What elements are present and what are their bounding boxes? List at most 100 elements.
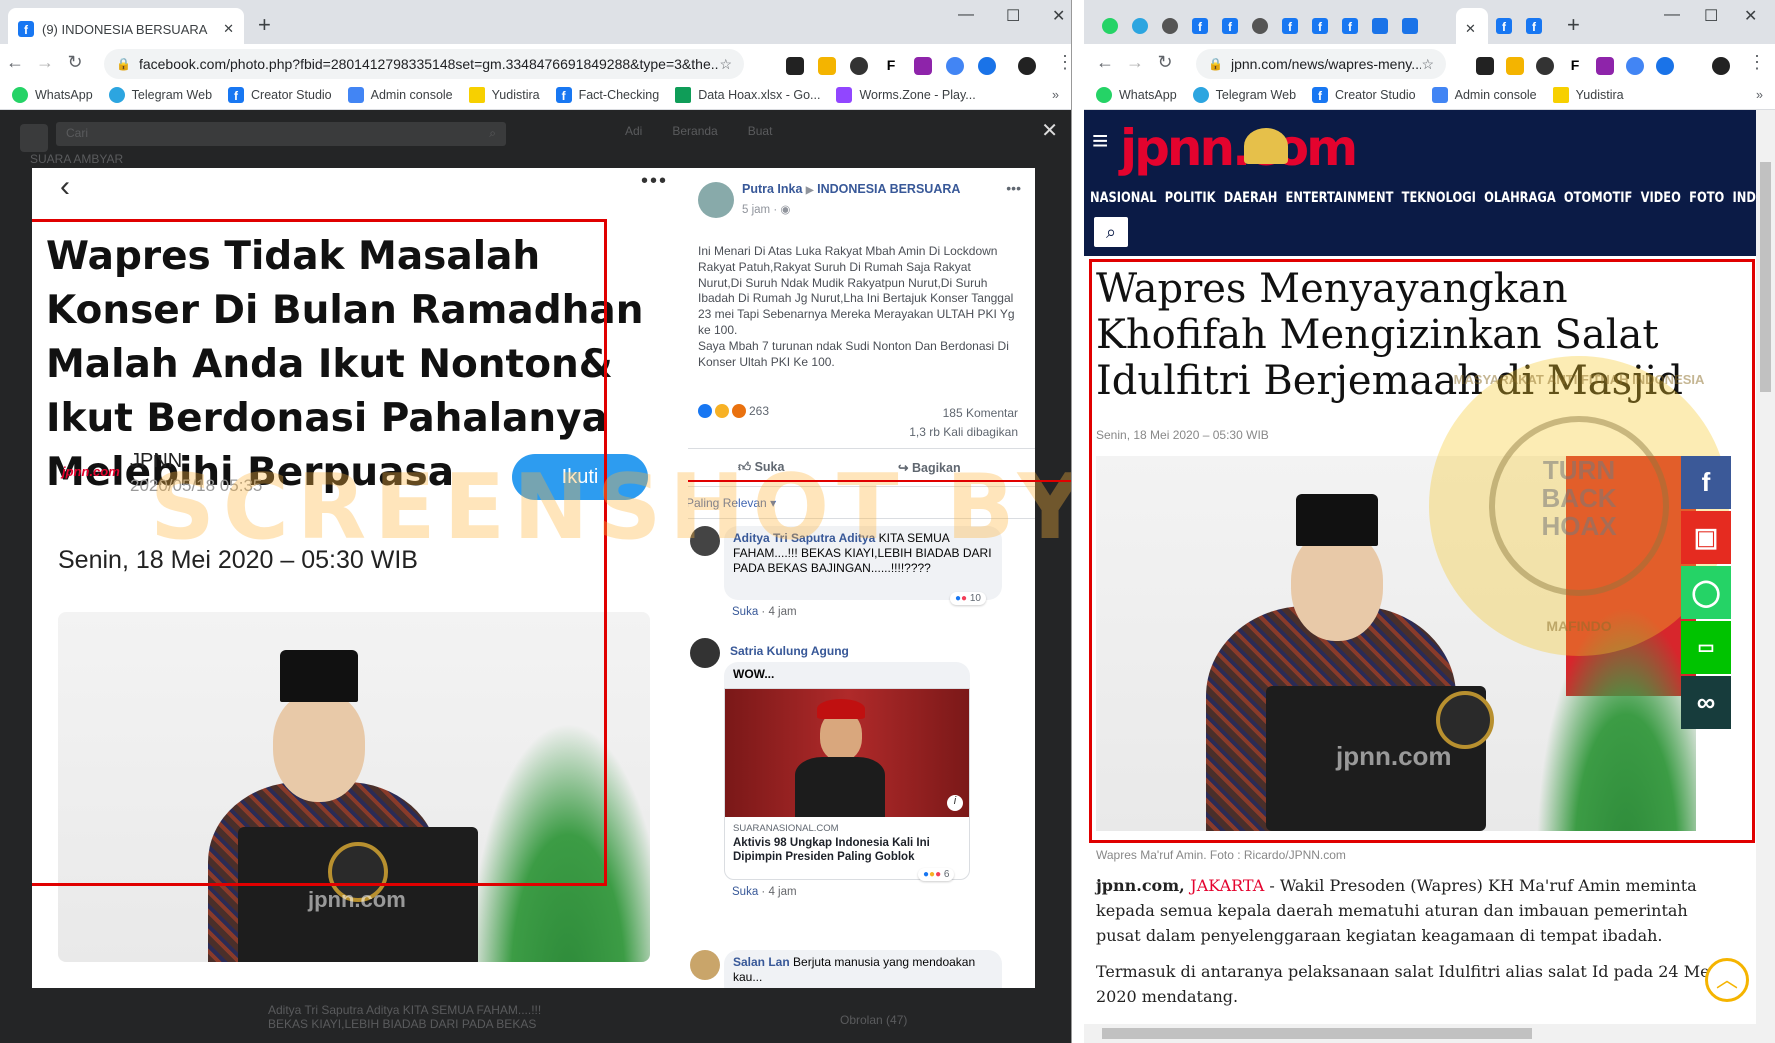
bookmarks-overflow-icon[interactable]: » [1052, 88, 1059, 102]
telegram-icon[interactable] [1132, 18, 1148, 34]
extension-icon[interactable]: F [882, 57, 900, 75]
bookmark-whatsapp[interactable]: WhatsApp [12, 86, 93, 103]
menu-teknologi[interactable]: TEKNOLOGI [1402, 190, 1476, 206]
back-icon[interactable]: ← [1090, 52, 1120, 73]
menu-nasional[interactable]: NASIONAL [1090, 190, 1157, 206]
more-options-icon[interactable]: ••• [641, 170, 668, 193]
menu-dots-icon[interactable]: ⋮ [1748, 52, 1766, 73]
menu-entertainment[interactable]: ENTERTAINMENT [1286, 190, 1394, 206]
fb-search-input[interactable]: Cari ⌕ [56, 122, 506, 146]
extension-icon[interactable] [1656, 57, 1674, 75]
new-tab-button[interactable]: + [258, 12, 271, 38]
close-photo-icon[interactable]: ✕ [1041, 118, 1058, 143]
bookmark-creator-studio[interactable]: f Creator Studio [1312, 86, 1416, 103]
author-name[interactable]: Putra Inka [742, 182, 802, 196]
bookmark-creator-studio[interactable]: f Creator Studio [228, 86, 332, 103]
extension-icon[interactable] [1506, 57, 1524, 75]
menu-foto[interactable]: FOTO [1689, 190, 1724, 206]
facebook-icon[interactable]: f [1496, 18, 1512, 34]
facebook-logo-icon[interactable] [20, 124, 48, 152]
site-icon[interactable] [1162, 18, 1178, 34]
hamburger-menu-icon[interactable]: ≡ [1092, 127, 1108, 155]
menu-olahraga[interactable]: OLAHRAGA [1484, 190, 1556, 206]
bookmark-fact-checking[interactable]: f Fact-Checking [555, 86, 659, 103]
jpnn-logo[interactable]: jpnn.com [1120, 118, 1358, 178]
extension-icon[interactable] [850, 57, 868, 75]
menu-otomotif[interactable]: OTOMOTIF [1564, 190, 1632, 206]
reactions-summary[interactable]: 263 [698, 404, 769, 418]
profile-avatar[interactable] [1018, 57, 1036, 75]
extension-icon[interactable] [818, 57, 836, 75]
address-bar[interactable]: 🔒 facebook.com/photo.php?fbid=2801412798… [104, 49, 744, 79]
commenter-avatar[interactable] [690, 638, 720, 668]
extension-icon[interactable] [1626, 57, 1644, 75]
comment-like-link[interactable]: Suka [732, 886, 758, 898]
profile-avatar[interactable] [1712, 57, 1730, 75]
new-tab-button[interactable]: + [1567, 12, 1580, 38]
share-button[interactable]: ↪ Bagikan [898, 460, 961, 475]
extension-icon[interactable] [946, 57, 964, 75]
star-icon[interactable]: ☆ [1421, 56, 1434, 73]
bookmark-whatsapp[interactable]: WhatsApp [1096, 86, 1177, 103]
extension-icon[interactable] [1536, 57, 1554, 75]
scroll-top-button[interactable]: ︿ [1705, 958, 1749, 1002]
bookmark-telegram[interactable]: Telegram Web [1192, 86, 1296, 103]
back-icon[interactable]: ← [0, 52, 30, 73]
back-arrow-icon[interactable]: ‹ [60, 170, 70, 204]
extension-icon[interactable] [914, 57, 932, 75]
commenter-name[interactable]: Salan Lan [733, 955, 790, 969]
minimize-button[interactable]: — [1664, 6, 1680, 24]
close-window-button[interactable]: ✕ [1744, 6, 1757, 26]
scrollbar-thumb[interactable] [1102, 1028, 1532, 1039]
close-window-button[interactable]: ✕ [1052, 6, 1065, 26]
bookmark-telegram[interactable]: Telegram Web [108, 86, 212, 103]
share-count[interactable]: 1,3 rb Kali dibagikan [909, 423, 1018, 442]
maximize-button[interactable]: ☐ [1006, 6, 1020, 26]
like-button[interactable]: 👍︎ Suka [738, 460, 784, 475]
extension-icon[interactable] [1596, 57, 1614, 75]
search-button[interactable]: ⌕ [1094, 217, 1128, 247]
reload-icon[interactable]: ↻ [1150, 52, 1180, 73]
extension-icon[interactable] [1476, 57, 1494, 75]
sort-comments-dropdown[interactable]: Paling Relevan ▾ [688, 496, 776, 510]
scrollbar-thumb[interactable] [1760, 162, 1771, 392]
fb-nav-profile[interactable]: Adi [625, 124, 642, 138]
extension-icon[interactable] [786, 57, 804, 75]
commenter-avatar[interactable] [690, 526, 720, 556]
menu-politik[interactable]: POLITIK [1165, 190, 1216, 206]
whatsapp-icon[interactable] [1102, 18, 1118, 34]
commenter-name[interactable]: Satria Kulung Agung [730, 644, 849, 658]
fb-nav-home[interactable]: Beranda [672, 124, 717, 138]
post-more-icon[interactable]: ••• [1006, 180, 1021, 196]
bookmark-yudistira[interactable]: Yudistira [1552, 86, 1624, 103]
commenter-avatar[interactable] [690, 950, 720, 980]
bookmark-worms-zone[interactable]: Worms.Zone - Play... [836, 86, 976, 103]
fb-nav-create[interactable]: Buat [748, 124, 773, 138]
chat-bar[interactable]: Obrolan (47) [840, 1013, 907, 1027]
comment-reactions[interactable]: ●●● 6 [918, 868, 955, 881]
reload-icon[interactable]: ↻ [60, 52, 90, 73]
bookmark-admin-console[interactable]: Admin console [347, 86, 453, 103]
forward-icon[interactable]: → [1120, 52, 1150, 73]
bookmark-data-hoax[interactable]: Data Hoax.xlsx - Go... [675, 86, 820, 103]
menu-dots-icon[interactable]: ⋮ [1056, 52, 1071, 73]
dateline-city[interactable]: JAKARTA [1190, 876, 1264, 895]
comment-count[interactable]: 185 Komentar [909, 404, 1018, 423]
maximize-button[interactable]: ☐ [1704, 6, 1718, 26]
star-icon[interactable]: ☆ [719, 56, 732, 73]
address-bar[interactable]: 🔒 jpnn.com/news/wapres-meny... ☆ [1196, 49, 1446, 79]
facebook-icon[interactable]: f [1192, 18, 1208, 34]
site-icon[interactable] [1402, 18, 1418, 34]
site-icon[interactable] [1372, 18, 1388, 34]
facebook-icon[interactable]: f [1526, 18, 1542, 34]
close-tab-icon[interactable]: ✕ [223, 21, 234, 37]
comment-reactions[interactable]: ●● 10 [950, 592, 986, 605]
facebook-icon[interactable]: f [1222, 18, 1238, 34]
site-icon[interactable] [1252, 18, 1268, 34]
bookmarks-overflow-icon[interactable]: » [1756, 88, 1763, 102]
bookmark-admin-console[interactable]: Admin console [1431, 86, 1537, 103]
author-avatar[interactable] [698, 182, 734, 218]
comment-like-link[interactable]: Suka [732, 606, 758, 618]
link-preview-card[interactable]: i SUARANASIONAL.COM Aktivis 98 Ungkap In… [724, 688, 970, 880]
vertical-scrollbar[interactable] [1756, 110, 1775, 1043]
